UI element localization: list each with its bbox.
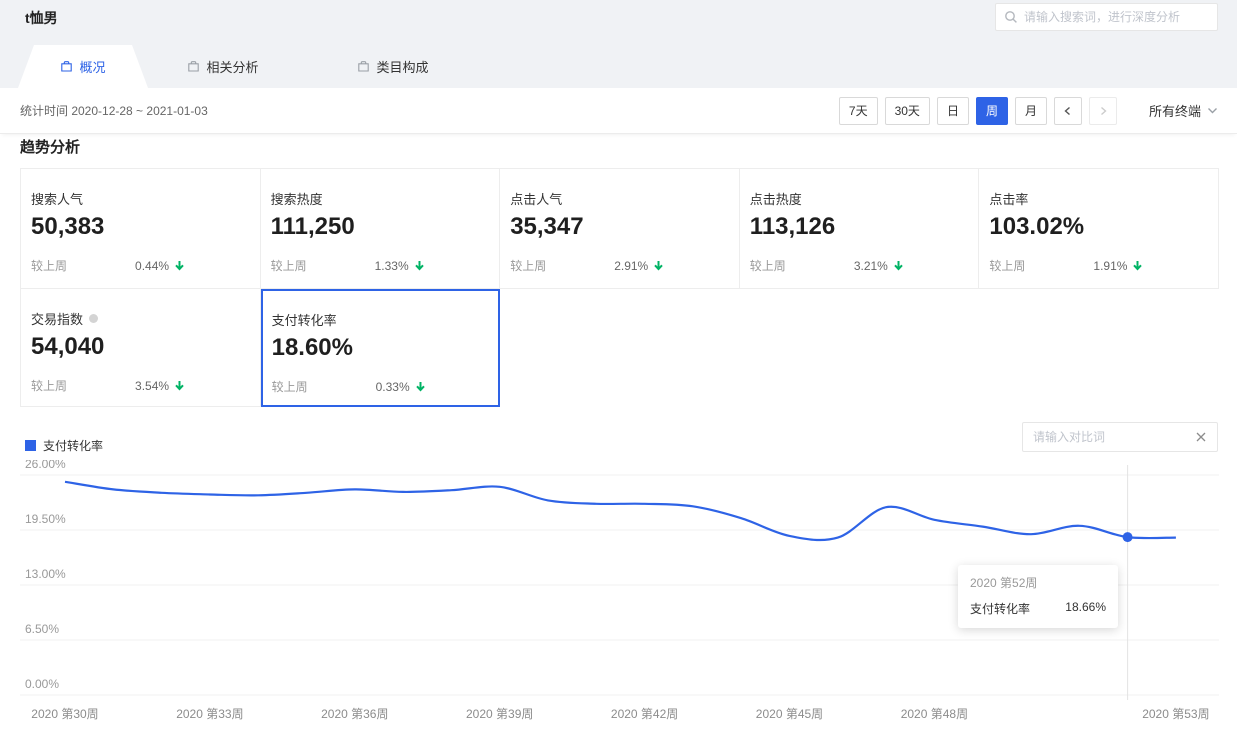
compare-word-box[interactable] xyxy=(1022,422,1218,452)
compare-period-label: 较上周 xyxy=(31,257,67,274)
metric-label: 点击率 xyxy=(989,189,1218,208)
prev-period-button[interactable] xyxy=(1054,97,1082,125)
active-point-marker[interactable] xyxy=(1123,532,1133,542)
compare-period-label: 较上周 xyxy=(989,257,1025,274)
page-title: t恤男 xyxy=(25,8,58,28)
metric-label: 点击人气 xyxy=(510,189,739,208)
search-icon xyxy=(1004,10,1018,24)
x-axis-tick: 2020 第39周 xyxy=(466,707,533,721)
line-series xyxy=(65,482,1176,540)
granularity-day-button[interactable]: 日 xyxy=(937,97,969,125)
legend-label: 支付转化率 xyxy=(43,437,103,454)
range-7d-button[interactable]: 7天 xyxy=(839,97,878,125)
briefcase-icon xyxy=(60,60,73,73)
chart-legend: 支付转化率 xyxy=(25,437,103,454)
compare-period-label: 较上周 xyxy=(271,257,307,274)
metric-card-搜索人气[interactable]: 搜索人气 50,383 较上周 0.44% xyxy=(21,169,261,289)
y-axis-tick: 13.00% xyxy=(25,567,66,581)
metric-label: 搜索人气 xyxy=(31,189,260,208)
y-axis-tick: 26.00% xyxy=(25,460,66,471)
legend-swatch xyxy=(25,440,36,451)
tab-overview[interactable]: 概况 xyxy=(18,45,148,88)
x-axis-tick: 2020 第30周 xyxy=(31,707,98,721)
metric-label: 点击热度 xyxy=(750,189,979,208)
briefcase-icon xyxy=(357,60,370,73)
range-30d-button[interactable]: 30天 xyxy=(885,97,930,125)
trend-down-arrow-icon xyxy=(653,260,664,272)
trend-chart[interactable]: 26.00% 19.50% 13.00% 6.50% 0.00% 2020 第30周 202… xyxy=(20,460,1219,732)
terminal-select-label: 所有终端 xyxy=(1149,101,1201,120)
range-controls: 7天30天日周月 所有终端 xyxy=(832,97,1218,125)
metric-value: 18.60% xyxy=(272,334,499,362)
metric-label: 搜索热度 xyxy=(271,189,500,208)
change-percent: 1.91% xyxy=(1093,259,1127,273)
top-header: t恤男 概况相关分析 类目构成 xyxy=(0,0,1237,88)
main-content: 统计时间 2020-12-28 ~ 2021-01-03 7天30天日周月 所有终… xyxy=(0,88,1237,732)
stats-bar: 统计时间 2020-12-28 ~ 2021-01-03 7天30天日周月 所有终… xyxy=(0,88,1237,134)
metric-value: 113,126 xyxy=(750,213,979,241)
metric-label: 交易指数 xyxy=(31,309,260,328)
chevron-left-icon xyxy=(1063,106,1073,116)
tab-related-analysis[interactable]: 相关分析 xyxy=(173,45,273,88)
granularity-week-button[interactable]: 周 xyxy=(976,97,1008,125)
trend-down-arrow-icon xyxy=(893,260,904,272)
metric-card-搜索热度[interactable]: 搜索热度 111,250 较上周 1.33% xyxy=(261,169,501,289)
metric-value: 35,347 xyxy=(510,213,739,241)
x-axis-tick: 2020 第36周 xyxy=(321,707,388,721)
trend-down-arrow-icon xyxy=(414,260,425,272)
trend-down-arrow-icon xyxy=(174,260,185,272)
change-percent: 3.54% xyxy=(135,379,169,393)
x-axis-tick: 2020 第45周 xyxy=(756,707,823,721)
compare-period-label: 较上周 xyxy=(510,257,546,274)
x-axis-tick: 2020 第48周 xyxy=(901,707,968,721)
metric-value: 111,250 xyxy=(271,213,500,241)
section-title: 趋势分析 xyxy=(20,136,80,157)
line-chart-svg: 26.00% 19.50% 13.00% 6.50% 0.00% 2020 第30周 202… xyxy=(20,460,1219,732)
compare-period-label: 较上周 xyxy=(750,257,786,274)
metric-value: 50,383 xyxy=(31,213,260,241)
y-axis-tick: 0.00% xyxy=(25,677,59,691)
metric-card-点击热度[interactable]: 点击热度 113,126 较上周 3.21% xyxy=(740,169,980,289)
metric-label: 支付转化率 xyxy=(272,310,499,329)
briefcase-icon xyxy=(187,60,200,73)
metric-card-支付转化率[interactable]: 支付转化率 18.60% 较上周 0.33% xyxy=(261,289,501,407)
y-axis-tick: 6.50% xyxy=(25,622,59,636)
trend-down-arrow-icon xyxy=(1132,260,1143,272)
metric-value: 54,040 xyxy=(31,333,260,361)
change-percent: 0.33% xyxy=(376,380,410,394)
terminal-select[interactable]: 所有终端 xyxy=(1149,101,1218,120)
info-dot-icon[interactable] xyxy=(89,314,98,323)
keyword-search-box[interactable] xyxy=(995,3,1218,31)
next-period-button[interactable] xyxy=(1089,97,1117,125)
metric-card-点击人气[interactable]: 点击人气 35,347 较上周 2.91% xyxy=(500,169,740,289)
x-axis-tick: 2020 第42周 xyxy=(611,707,678,721)
chevron-right-icon xyxy=(1098,106,1108,116)
y-axis-tick: 19.50% xyxy=(25,512,66,526)
change-percent: 0.44% xyxy=(135,259,169,273)
compare-period-label: 较上周 xyxy=(272,378,308,395)
compare-period-label: 较上周 xyxy=(31,377,67,394)
metric-card-交易指数[interactable]: 交易指数 54,040 较上周 3.54% xyxy=(21,289,261,407)
tab-category-composition[interactable]: 类目构成 xyxy=(343,45,443,88)
metric-grid: 搜索人气 50,383 较上周 0.44% 搜索热度 111,250 较上周 1.33% 点击人… xyxy=(20,168,1219,407)
change-percent: 2.91% xyxy=(614,259,648,273)
granularity-month-button[interactable]: 月 xyxy=(1015,97,1047,125)
change-percent: 1.33% xyxy=(375,259,409,273)
close-icon[interactable] xyxy=(1195,431,1207,443)
metric-card-点击率[interactable]: 点击率 103.02% 较上周 1.91% xyxy=(979,169,1219,289)
change-percent: 3.21% xyxy=(854,259,888,273)
search-input[interactable] xyxy=(1024,10,1209,24)
x-axis-tick: 2020 第33周 xyxy=(176,707,243,721)
page: t恤男 概况相关分析 类目构成 统计时间 2020-12-28 ~ 2021-01… xyxy=(0,0,1237,732)
compare-word-input[interactable] xyxy=(1033,430,1195,444)
stats-time-label: 统计时间 2020-12-28 ~ 2021-01-03 xyxy=(20,102,208,119)
metric-value: 103.02% xyxy=(989,213,1218,241)
tab-bar: 概况相关分析 类目构成 xyxy=(0,45,1237,88)
trend-down-arrow-icon xyxy=(174,380,185,392)
chevron-down-icon xyxy=(1207,107,1218,115)
trend-down-arrow-icon xyxy=(415,381,426,393)
x-axis-tick: 2020 第53周 xyxy=(1142,707,1209,721)
